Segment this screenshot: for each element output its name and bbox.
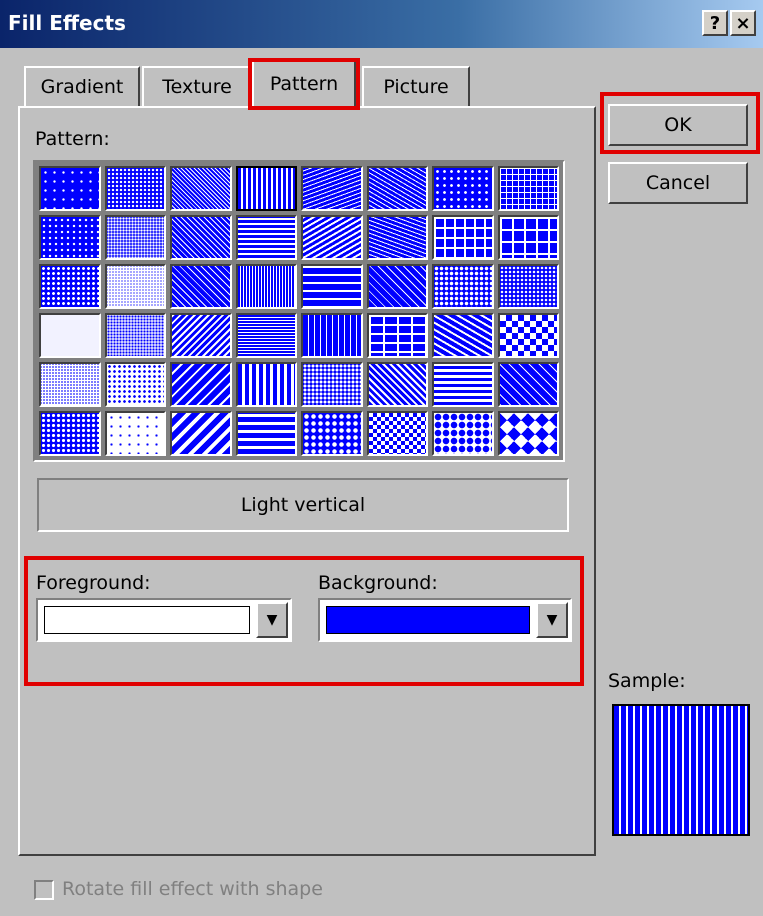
pattern-swatch[interactable] (235, 215, 297, 260)
pattern-swatch[interactable] (104, 313, 166, 358)
pattern-grid (33, 160, 565, 462)
pattern-swatch[interactable] (366, 166, 428, 211)
pattern-swatch[interactable] (497, 362, 559, 407)
ok-button[interactable]: OK (608, 104, 748, 146)
tab-texture[interactable]: Texture (142, 66, 252, 106)
pattern-swatch[interactable] (432, 313, 494, 358)
pattern-swatch[interactable] (366, 313, 428, 358)
pattern-swatch[interactable] (301, 264, 363, 309)
pattern-swatch[interactable] (104, 215, 166, 260)
pattern-swatch[interactable] (235, 166, 297, 211)
pattern-swatch[interactable] (170, 215, 232, 260)
pattern-swatch[interactable] (235, 264, 297, 309)
pattern-swatch[interactable] (497, 166, 559, 211)
chevron-down-icon[interactable]: ▼ (256, 602, 288, 638)
pattern-swatch[interactable] (432, 362, 494, 407)
pattern-swatch[interactable] (104, 411, 166, 456)
pattern-swatch[interactable] (301, 166, 363, 211)
pattern-swatch[interactable] (39, 362, 101, 407)
pattern-swatch[interactable] (366, 362, 428, 407)
close-button[interactable]: × (730, 10, 756, 36)
pattern-swatch[interactable] (170, 362, 232, 407)
pattern-swatch[interactable] (104, 166, 166, 211)
pattern-swatch[interactable] (366, 411, 428, 456)
foreground-color-dropdown[interactable]: ▼ (36, 598, 292, 642)
pattern-swatch[interactable] (301, 362, 363, 407)
window-title: Fill Effects (8, 11, 126, 35)
pattern-swatch[interactable] (497, 313, 559, 358)
title-bar: Fill Effects ? × (0, 0, 763, 48)
background-color-dropdown[interactable]: ▼ (318, 598, 572, 642)
pattern-swatch[interactable] (235, 313, 297, 358)
pattern-swatch[interactable] (432, 166, 494, 211)
pattern-swatch[interactable] (301, 411, 363, 456)
cancel-button[interactable]: Cancel (608, 162, 748, 204)
tab-gradient[interactable]: Gradient (24, 66, 140, 106)
pattern-swatch[interactable] (170, 264, 232, 309)
pattern-swatch[interactable] (104, 362, 166, 407)
pattern-swatch[interactable] (170, 313, 232, 358)
background-label: Background: (318, 572, 438, 594)
pattern-swatch[interactable] (301, 215, 363, 260)
background-color-swatch (326, 606, 530, 634)
pattern-swatch[interactable] (497, 411, 559, 456)
pattern-swatch[interactable] (432, 264, 494, 309)
pattern-swatch[interactable] (366, 264, 428, 309)
sample-label: Sample: (608, 670, 686, 692)
pattern-swatch[interactable] (39, 313, 101, 358)
pattern-swatch[interactable] (366, 215, 428, 260)
pattern-swatch[interactable] (39, 411, 101, 456)
pattern-swatch[interactable] (497, 264, 559, 309)
pattern-swatch[interactable] (104, 264, 166, 309)
pattern-swatch[interactable] (432, 411, 494, 456)
pattern-swatch[interactable] (39, 264, 101, 309)
pattern-swatch[interactable] (39, 166, 101, 211)
pattern-swatch[interactable] (497, 215, 559, 260)
chevron-down-icon[interactable]: ▼ (536, 602, 568, 638)
pattern-swatch[interactable] (39, 215, 101, 260)
foreground-color-swatch (44, 606, 250, 634)
rotate-checkbox[interactable] (34, 880, 54, 900)
tab-pattern[interactable]: Pattern (252, 60, 356, 110)
foreground-label: Foreground: (36, 572, 151, 594)
pattern-swatch[interactable] (432, 215, 494, 260)
pattern-name-display: Light vertical (37, 478, 569, 532)
pattern-swatch[interactable] (235, 411, 297, 456)
pattern-swatch[interactable] (170, 411, 232, 456)
pattern-label-text: Pattern: (35, 128, 110, 150)
rotate-checkbox-label: Rotate fill effect with shape (62, 878, 323, 900)
pattern-swatch[interactable] (170, 166, 232, 211)
help-button[interactable]: ? (702, 10, 728, 36)
pattern-swatch[interactable] (301, 313, 363, 358)
pattern-label: Pattern: (35, 128, 110, 150)
pattern-swatch[interactable] (235, 362, 297, 407)
tab-picture[interactable]: Picture (362, 66, 470, 106)
sample-preview (612, 704, 750, 836)
